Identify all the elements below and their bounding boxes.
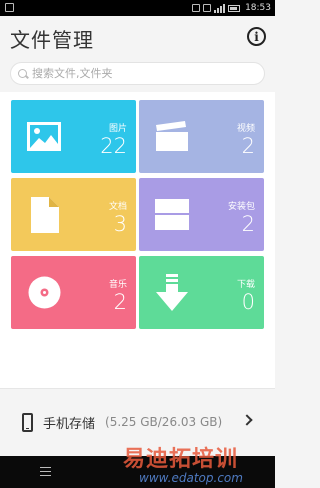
storage-label: 手机存储 bbox=[43, 416, 96, 432]
menu-icon[interactable] bbox=[40, 467, 51, 476]
search-input[interactable] bbox=[32, 67, 252, 80]
search-icon bbox=[17, 68, 29, 80]
category-tile-pictures[interactable]: 图片 22 bbox=[11, 100, 136, 173]
tile-count: 2 bbox=[113, 290, 127, 314]
category-tile-video[interactable]: 视频 2 bbox=[139, 100, 264, 173]
category-tile-packages[interactable]: 安装包 2 bbox=[139, 178, 264, 251]
status-time: 18:53 bbox=[245, 3, 271, 13]
phone-icon bbox=[22, 412, 33, 432]
watermark: 易迪拓培训 www.edatop.com bbox=[119, 441, 269, 487]
package-icon bbox=[155, 199, 189, 230]
signal-icon bbox=[214, 3, 226, 13]
category-tile-music[interactable]: 音乐 2 bbox=[11, 256, 136, 329]
category-tile-documents[interactable]: 文档 3 bbox=[11, 178, 136, 251]
battery-icon bbox=[228, 4, 241, 12]
info-icon[interactable]: i bbox=[247, 27, 266, 46]
document-icon bbox=[31, 197, 59, 233]
tile-label: 视频 bbox=[236, 124, 255, 134]
file-manager-screen: 18:53 文件管理 i 图片 22 视频 2 文档 bbox=[0, 0, 275, 488]
tile-label: 音乐 bbox=[108, 280, 127, 290]
disc-icon bbox=[28, 276, 61, 309]
tile-count: 22 bbox=[100, 134, 127, 158]
tile-label: 安装包 bbox=[227, 202, 255, 212]
watermark-url: www.edatop.com bbox=[139, 471, 243, 485]
tile-count: 2 bbox=[241, 212, 255, 236]
tile-count: 3 bbox=[113, 212, 127, 236]
page-title: 文件管理 bbox=[10, 28, 94, 52]
category-tile-downloads[interactable]: 下载 0 bbox=[139, 256, 264, 329]
tile-label: 图片 bbox=[108, 124, 127, 134]
tile-count: 2 bbox=[241, 134, 255, 158]
search-bar[interactable] bbox=[10, 62, 265, 85]
tile-count: 0 bbox=[241, 290, 255, 314]
tile-label: 下载 bbox=[236, 280, 255, 290]
download-arrow-icon bbox=[156, 274, 188, 311]
tile-label: 文档 bbox=[108, 202, 127, 212]
status-icons: 18:53 bbox=[192, 0, 271, 16]
storage-size: (5.25 GB/26.03 GB) bbox=[105, 415, 223, 429]
app-header: 文件管理 i bbox=[0, 16, 275, 60]
alarm-icon bbox=[203, 4, 212, 12]
vibrate-icon bbox=[192, 4, 201, 12]
image-icon bbox=[27, 122, 61, 151]
video-clapper-icon bbox=[156, 121, 188, 151]
status-bar: 18:53 bbox=[0, 0, 275, 16]
watermark-text: 易迪拓培训 bbox=[123, 447, 239, 472]
notification-icon bbox=[5, 3, 14, 12]
